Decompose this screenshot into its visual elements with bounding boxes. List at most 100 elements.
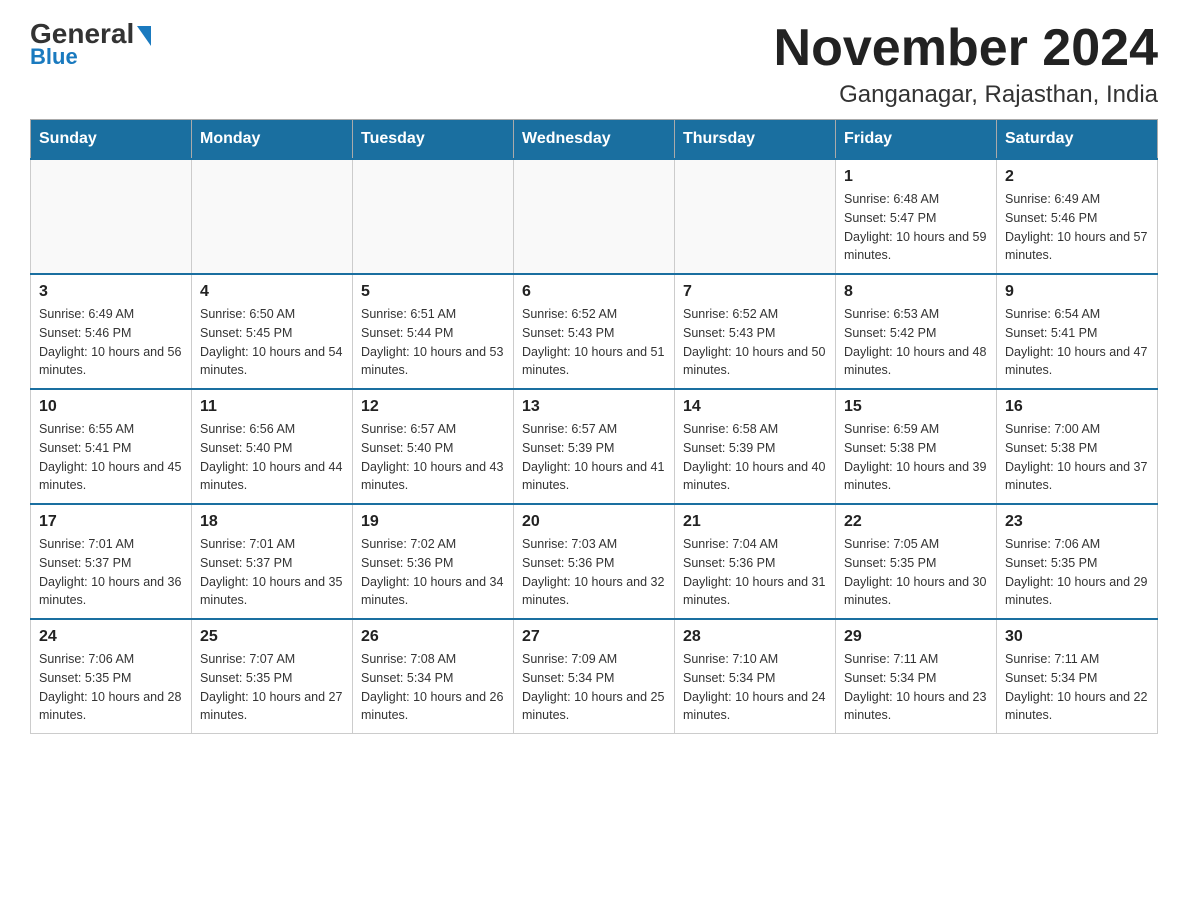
day-header-saturday: Saturday — [997, 120, 1158, 160]
day-number: 1 — [844, 168, 988, 186]
day-cell: 23Sunrise: 7:06 AMSunset: 5:35 PMDayligh… — [997, 504, 1158, 619]
day-number: 8 — [844, 283, 988, 301]
day-number: 4 — [200, 283, 344, 301]
day-cell: 14 Sunrise: 6:58 AMSunset: 5:39 PMDayligh… — [675, 389, 836, 504]
day-cell: 25 Sunrise: 7:07 AMSunset: 5:35 PMDayligh… — [192, 619, 353, 734]
day-cell: 2Sunrise: 6:49 AMSunset: 5:46 PMDaylight… — [997, 159, 1158, 274]
day-number: 22 — [844, 513, 988, 531]
day-cell: 13 Sunrise: 6:57 AMSunset: 5:39 PMDayligh… — [514, 389, 675, 504]
day-number: 23 — [1005, 513, 1149, 531]
day-number: 19 — [361, 513, 505, 531]
day-info: Sunrise: 6:53 AMSunset: 5:42 PMDaylight:… — [844, 305, 988, 380]
day-cell — [31, 159, 192, 274]
day-info: Sunrise: 6:54 AMSunset: 5:41 PMDaylight:… — [1005, 305, 1149, 380]
day-info: Sunrise: 6:49 AMSunset: 5:46 PMDaylight:… — [39, 305, 183, 380]
day-header-friday: Friday — [836, 120, 997, 160]
day-number: 9 — [1005, 283, 1149, 301]
day-info: Sunrise: 7:06 AMSunset: 5:35 PMDaylight:… — [39, 650, 183, 725]
day-cell: 12 Sunrise: 6:57 AMSunset: 5:40 PMDayligh… — [353, 389, 514, 504]
day-cell: 4 Sunrise: 6:50 AMSunset: 5:45 PMDaylight… — [192, 274, 353, 389]
day-cell: 5Sunrise: 6:51 AMSunset: 5:44 PMDaylight… — [353, 274, 514, 389]
day-info: Sunrise: 6:55 AMSunset: 5:41 PMDaylight:… — [39, 420, 183, 495]
day-info: Sunrise: 7:01 AMSunset: 5:37 PMDaylight:… — [39, 535, 183, 610]
day-info: Sunrise: 7:11 AMSunset: 5:34 PMDaylight:… — [844, 650, 988, 725]
day-number: 14 — [683, 398, 827, 416]
day-cell — [353, 159, 514, 274]
day-cell: 19 Sunrise: 7:02 AMSunset: 5:36 PMDayligh… — [353, 504, 514, 619]
day-info: Sunrise: 7:09 AMSunset: 5:34 PMDaylight:… — [522, 650, 666, 725]
day-number: 12 — [361, 398, 505, 416]
day-info: Sunrise: 6:56 AMSunset: 5:40 PMDaylight:… — [200, 420, 344, 495]
day-cell — [192, 159, 353, 274]
day-header-sunday: Sunday — [31, 120, 192, 160]
calendar-table: SundayMondayTuesdayWednesdayThursdayFrid… — [30, 119, 1158, 734]
day-header-wednesday: Wednesday — [514, 120, 675, 160]
day-cell: 18 Sunrise: 7:01 AMSunset: 5:37 PMDayligh… — [192, 504, 353, 619]
day-info: Sunrise: 6:52 AMSunset: 5:43 PMDaylight:… — [522, 305, 666, 380]
day-info: Sunrise: 7:03 AMSunset: 5:36 PMDaylight:… — [522, 535, 666, 610]
day-info: Sunrise: 7:02 AMSunset: 5:36 PMDaylight:… — [361, 535, 505, 610]
day-info: Sunrise: 6:48 AMSunset: 5:47 PMDaylight:… — [844, 190, 988, 265]
calendar-header: SundayMondayTuesdayWednesdayThursdayFrid… — [31, 120, 1158, 160]
day-number: 17 — [39, 513, 183, 531]
day-header-thursday: Thursday — [675, 120, 836, 160]
day-number: 7 — [683, 283, 827, 301]
calendar-body: 1 Sunrise: 6:48 AMSunset: 5:47 PMDaylight… — [31, 159, 1158, 734]
day-info: Sunrise: 7:05 AMSunset: 5:35 PMDaylight:… — [844, 535, 988, 610]
day-number: 10 — [39, 398, 183, 416]
day-number: 29 — [844, 628, 988, 646]
day-number: 6 — [522, 283, 666, 301]
day-info: Sunrise: 6:57 AMSunset: 5:40 PMDaylight:… — [361, 420, 505, 495]
day-cell: 6 Sunrise: 6:52 AMSunset: 5:43 PMDaylight… — [514, 274, 675, 389]
day-number: 26 — [361, 628, 505, 646]
day-cell: 8 Sunrise: 6:53 AMSunset: 5:42 PMDaylight… — [836, 274, 997, 389]
day-cell: 9 Sunrise: 6:54 AMSunset: 5:41 PMDaylight… — [997, 274, 1158, 389]
day-info: Sunrise: 7:10 AMSunset: 5:34 PMDaylight:… — [683, 650, 827, 725]
page-header: General Blue November 2024 Ganganagar, R… — [30, 20, 1158, 109]
day-cell: 16 Sunrise: 7:00 AMSunset: 5:38 PMDayligh… — [997, 389, 1158, 504]
day-info: Sunrise: 7:07 AMSunset: 5:35 PMDaylight:… — [200, 650, 344, 725]
day-info: Sunrise: 7:08 AMSunset: 5:34 PMDaylight:… — [361, 650, 505, 725]
day-number: 13 — [522, 398, 666, 416]
week-row-1: 1 Sunrise: 6:48 AMSunset: 5:47 PMDaylight… — [31, 159, 1158, 274]
day-cell: 30Sunrise: 7:11 AMSunset: 5:34 PMDayligh… — [997, 619, 1158, 734]
day-number: 16 — [1005, 398, 1149, 416]
day-number: 24 — [39, 628, 183, 646]
day-cell: 24 Sunrise: 7:06 AMSunset: 5:35 PMDayligh… — [31, 619, 192, 734]
day-info: Sunrise: 6:58 AMSunset: 5:39 PMDaylight:… — [683, 420, 827, 495]
day-cell: 27Sunrise: 7:09 AMSunset: 5:34 PMDayligh… — [514, 619, 675, 734]
page-title: November 2024 — [774, 20, 1158, 77]
day-info: Sunrise: 6:57 AMSunset: 5:39 PMDaylight:… — [522, 420, 666, 495]
day-info: Sunrise: 7:00 AMSunset: 5:38 PMDaylight:… — [1005, 420, 1149, 495]
day-info: Sunrise: 7:01 AMSunset: 5:37 PMDaylight:… — [200, 535, 344, 610]
day-cell: 1 Sunrise: 6:48 AMSunset: 5:47 PMDaylight… — [836, 159, 997, 274]
day-info: Sunrise: 6:52 AMSunset: 5:43 PMDaylight:… — [683, 305, 827, 380]
day-header-monday: Monday — [192, 120, 353, 160]
day-info: Sunrise: 6:59 AMSunset: 5:38 PMDaylight:… — [844, 420, 988, 495]
day-cell — [675, 159, 836, 274]
day-cell: 26 Sunrise: 7:08 AMSunset: 5:34 PMDayligh… — [353, 619, 514, 734]
day-number: 28 — [683, 628, 827, 646]
day-number: 5 — [361, 283, 505, 301]
page-subtitle: Ganganagar, Rajasthan, India — [774, 81, 1158, 109]
day-number: 18 — [200, 513, 344, 531]
day-cell — [514, 159, 675, 274]
day-info: Sunrise: 6:50 AMSunset: 5:45 PMDaylight:… — [200, 305, 344, 380]
day-cell: 17 Sunrise: 7:01 AMSunset: 5:37 PMDayligh… — [31, 504, 192, 619]
day-header-tuesday: Tuesday — [353, 120, 514, 160]
week-row-3: 10 Sunrise: 6:55 AMSunset: 5:41 PMDayligh… — [31, 389, 1158, 504]
week-row-4: 17 Sunrise: 7:01 AMSunset: 5:37 PMDayligh… — [31, 504, 1158, 619]
day-cell: 7 Sunrise: 6:52 AMSunset: 5:43 PMDaylight… — [675, 274, 836, 389]
day-cell: 28 Sunrise: 7:10 AMSunset: 5:34 PMDayligh… — [675, 619, 836, 734]
logo: General Blue — [30, 20, 151, 70]
day-cell: 15 Sunrise: 6:59 AMSunset: 5:38 PMDayligh… — [836, 389, 997, 504]
day-number: 25 — [200, 628, 344, 646]
day-cell: 20Sunrise: 7:03 AMSunset: 5:36 PMDayligh… — [514, 504, 675, 619]
day-number: 15 — [844, 398, 988, 416]
day-info: Sunrise: 7:04 AMSunset: 5:36 PMDaylight:… — [683, 535, 827, 610]
day-cell: 10 Sunrise: 6:55 AMSunset: 5:41 PMDayligh… — [31, 389, 192, 504]
day-cell: 11Sunrise: 6:56 AMSunset: 5:40 PMDayligh… — [192, 389, 353, 504]
day-number: 30 — [1005, 628, 1149, 646]
week-row-2: 3Sunrise: 6:49 AMSunset: 5:46 PMDaylight… — [31, 274, 1158, 389]
day-number: 2 — [1005, 168, 1149, 186]
